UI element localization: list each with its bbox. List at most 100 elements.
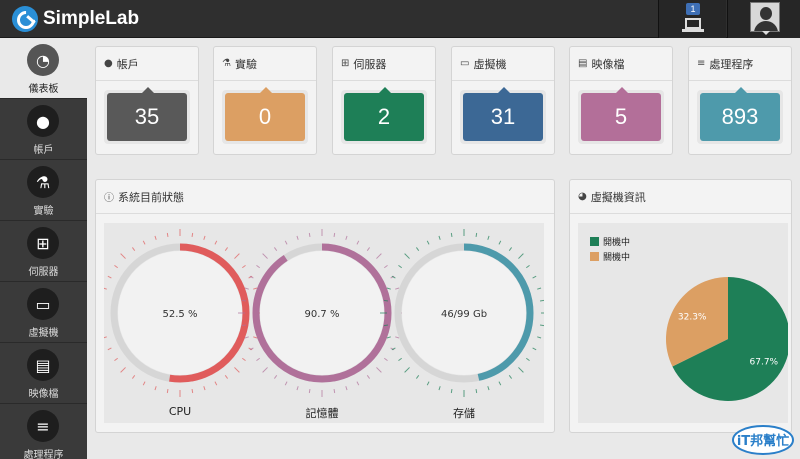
stat-title: 實驗: [234, 57, 257, 71]
gauge-value-text: 52.5 %: [163, 309, 198, 320]
user-icon: ●: [104, 58, 113, 69]
gauge-tick: [154, 235, 157, 240]
stat-panel-vms: ▭ 虛擬機 31: [451, 46, 555, 155]
gauge-tick: [356, 381, 360, 386]
avatar: [750, 2, 780, 32]
gauge-tick: [345, 235, 348, 240]
gauge-tick: [345, 386, 348, 391]
vm-notification-button[interactable]: 1: [658, 0, 726, 38]
pie-area: 開機中 關機中 67.7% 32.3%: [578, 223, 790, 423]
gauge-tick: [475, 232, 478, 238]
gauge-tick: [508, 247, 513, 251]
sidebar-item-label: 帳戶: [33, 145, 54, 156]
gauge-tick: [426, 240, 430, 245]
gauge-tick: [498, 240, 502, 245]
gauge-tick: [333, 232, 336, 238]
stat-value: 0: [225, 87, 305, 141]
gauge-tick: [426, 381, 430, 386]
gauge-tick: [508, 375, 513, 379]
gauge-tick: [142, 381, 146, 386]
user-icon: ●: [27, 105, 59, 137]
gauge-tick: [102, 336, 107, 339]
gauge-tick: [273, 375, 278, 379]
gauge-tick: [532, 347, 537, 351]
gauge-tick: [487, 235, 490, 240]
gauge-tick: [395, 336, 400, 339]
gauge-tick: [120, 367, 126, 373]
legend-label: 開機中: [603, 238, 631, 248]
svg-text:iT邦幫忙: iT邦幫忙: [737, 433, 789, 449]
gauge-tick: [395, 287, 400, 290]
sidebar-item-dashboard[interactable]: ◔ 儀表板: [0, 38, 87, 99]
sidebar-item-images[interactable]: ▤ 映像檔: [0, 343, 87, 404]
gauge-tick: [262, 367, 268, 373]
gauge-tick: [498, 381, 502, 386]
gauge-tick: [256, 264, 260, 269]
gauge-tick: [415, 247, 420, 251]
sidebar-item-servers[interactable]: ⊞ 伺服器: [0, 221, 87, 282]
sidebar-item-labs[interactable]: ⚗ 實驗: [0, 160, 87, 221]
sidebar-item-label: 儀表板: [28, 84, 59, 95]
top-bar: SimpleLab 1: [0, 0, 800, 38]
system-status-panel: ⓘ 系統目前狀態 52.5 % 90.7 % 46/99 Gb CPU 記憶體 存儲: [95, 179, 555, 433]
pie-slice-label: 32.3%: [678, 313, 707, 323]
sitemap-icon: ⊞: [341, 58, 350, 69]
stat-title: 伺服器: [353, 57, 387, 71]
server-icon: ≡: [27, 410, 59, 442]
stat-panel-images: ▤ 映像檔 5: [569, 46, 673, 155]
gauge-tick: [214, 381, 218, 386]
gauge-tick: [203, 386, 206, 391]
laptop-icon: [682, 18, 704, 32]
sidebar-item-accounts[interactable]: ● 帳戶: [0, 99, 87, 160]
stat-value: 2: [344, 87, 424, 141]
sidebar: ◔ 儀表板 ● 帳戶 ⚗ 實驗 ⊞ 伺服器 ▭ 虛擬機 ▤ 映像檔 ≡ 處理程序: [0, 38, 87, 459]
gauge-tick: [166, 232, 169, 238]
gauge-value-text: 90.7 %: [305, 309, 340, 320]
gauge-tick: [273, 247, 278, 251]
sidebar-item-processes[interactable]: ≡ 處理程序: [0, 404, 87, 459]
stat-title: 虛擬機: [473, 57, 507, 71]
gauge-tick: [518, 367, 524, 373]
gauge-tick: [241, 324, 247, 327]
app-logo[interactable]: SimpleLab: [12, 6, 139, 32]
gauge-tick: [114, 264, 118, 269]
gauge-tick: [284, 240, 288, 245]
gauge-tick: [242, 357, 246, 362]
gauge-tick: [131, 375, 136, 379]
panel-title: 虛擬機資訊: [590, 190, 646, 204]
gauge-value-text: 46/99 Gb: [441, 309, 487, 320]
dashboard-icon: ◔: [27, 44, 59, 76]
gauge-tick: [224, 247, 229, 251]
gauge-tick: [244, 336, 249, 339]
gauge-tick: [242, 264, 246, 269]
gauge-tick: [308, 232, 311, 238]
stat-panel-accounts: ● 帳戶 35: [95, 46, 199, 155]
gauge-tick: [384, 264, 388, 269]
sidebar-item-label: 映像檔: [28, 389, 59, 400]
sidebar-item-vms[interactable]: ▭ 虛擬機: [0, 282, 87, 343]
gauge-tick: [120, 253, 126, 259]
stat-value: 893: [700, 87, 780, 141]
gauge-tick: [539, 299, 545, 302]
gauge-tick: [415, 375, 420, 379]
laptop-icon: ▭: [460, 58, 470, 69]
gauge-tick: [475, 388, 478, 394]
sidebar-item-label: 處理程序: [23, 450, 64, 459]
stat-panel-labs: ⚗ 實驗 0: [213, 46, 317, 155]
gauge-tick: [234, 253, 240, 259]
gauge-tick: [234, 367, 240, 373]
gauge-tick: [526, 264, 530, 269]
gauge-tick: [526, 357, 530, 362]
stat-value: 5: [581, 87, 661, 141]
gauge-tick: [107, 275, 112, 279]
stat-title: 映像檔: [591, 57, 625, 71]
gauge-tick: [262, 253, 268, 259]
gauge-tick: [308, 388, 311, 394]
gauge-tick: [518, 253, 524, 259]
sidebar-item-label: 伺服器: [28, 267, 59, 278]
user-menu-button[interactable]: [727, 0, 800, 38]
gauge-tick: [191, 232, 194, 238]
gauge-2: 46/99 Gb: [380, 229, 548, 397]
watermark-logo: iT邦幫忙: [732, 425, 794, 455]
gauge-tick: [214, 240, 218, 245]
